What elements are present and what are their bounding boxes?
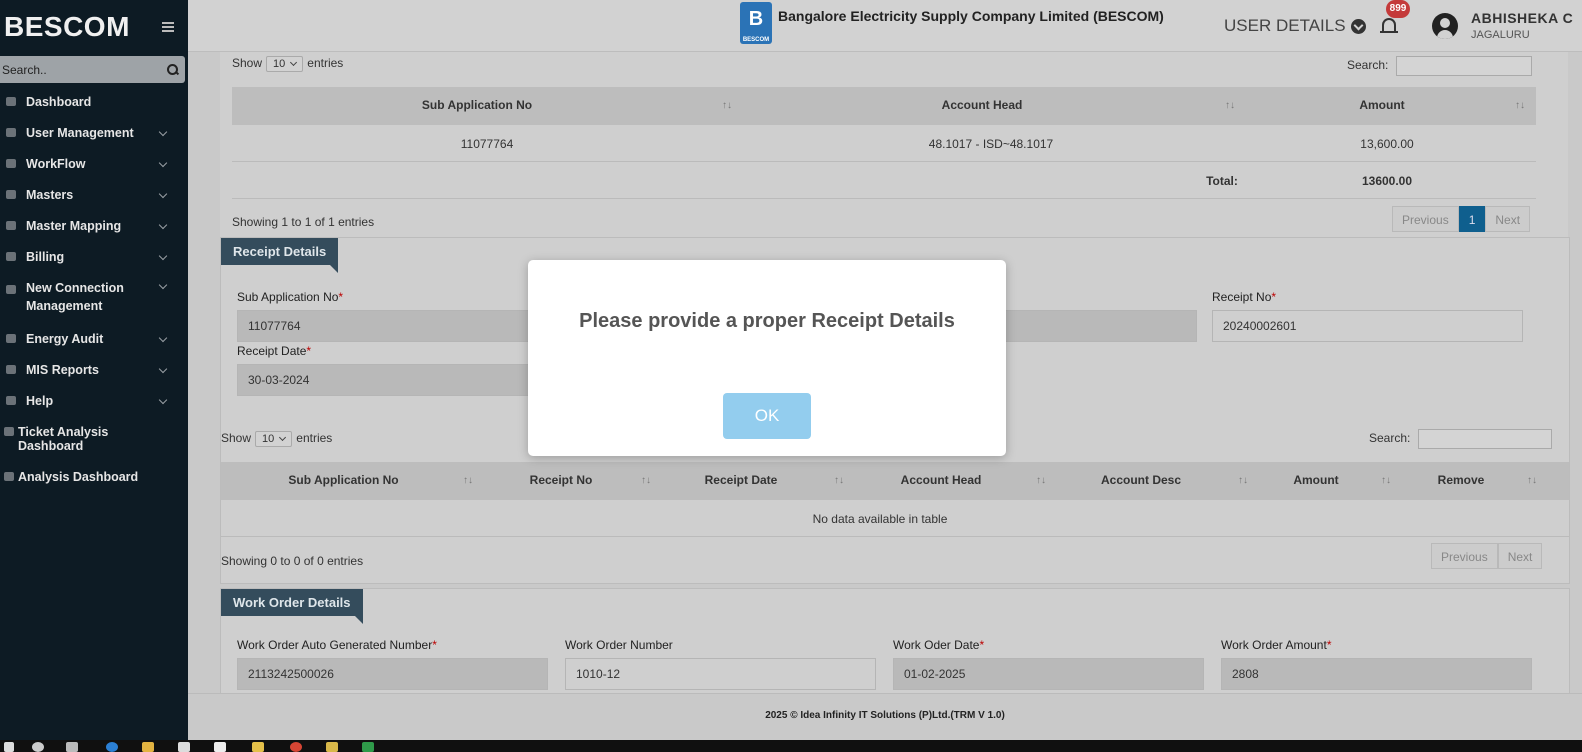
app-icon[interactable] <box>326 742 338 752</box>
app-icon[interactable] <box>214 742 226 752</box>
alert-dialog: Please provide a proper Receipt Details … <box>528 260 1006 456</box>
taskbar <box>0 740 1582 752</box>
app-icon[interactable] <box>178 742 190 752</box>
alert-message: Please provide a proper Receipt Details <box>579 310 955 332</box>
chrome-icon[interactable] <box>290 742 302 752</box>
folder-icon[interactable] <box>142 742 154 752</box>
start-icon[interactable] <box>4 742 14 752</box>
task-view-icon[interactable] <box>66 742 78 752</box>
app-icon[interactable] <box>252 742 264 752</box>
edge-icon[interactable] <box>106 742 118 752</box>
excel-icon[interactable] <box>362 742 374 752</box>
ok-button[interactable]: OK <box>723 393 811 439</box>
search-icon[interactable] <box>32 742 44 752</box>
modal-overlay: Please provide a proper Receipt Details … <box>0 0 1582 740</box>
